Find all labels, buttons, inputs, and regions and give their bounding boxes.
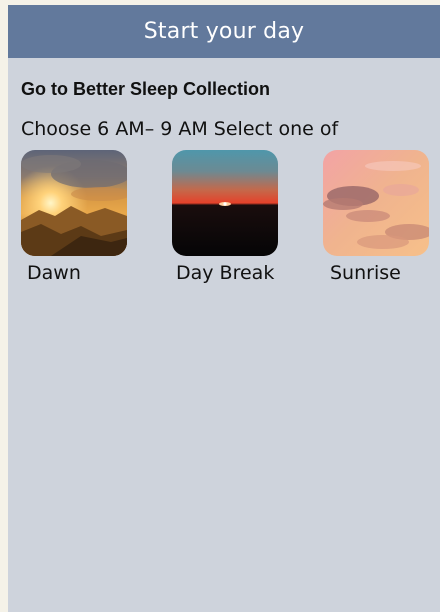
app-screen: Start your day Go to Better Sleep Collec… bbox=[8, 5, 440, 612]
page-title: Start your day bbox=[143, 19, 305, 44]
option-label-sunrise: Sunrise bbox=[330, 262, 401, 284]
dawn-image bbox=[21, 150, 127, 256]
option-label-dawn: Dawn bbox=[27, 262, 81, 284]
option-day-break[interactable]: Day Break bbox=[172, 150, 282, 284]
app-header: Start your day bbox=[8, 5, 440, 58]
day-break-image bbox=[172, 150, 278, 256]
option-sunrise[interactable]: Sunrise bbox=[323, 150, 433, 284]
sound-options: Dawn Day Break Sunrise bbox=[8, 150, 440, 300]
option-label-day-break: Day Break bbox=[176, 262, 275, 284]
collection-subtitle: Choose 6 AM– 9 AM Select one of bbox=[21, 118, 339, 140]
collection-title: Go to Better Sleep Collection bbox=[21, 79, 271, 99]
option-dawn[interactable]: Dawn bbox=[21, 150, 131, 284]
sunrise-image bbox=[323, 150, 429, 256]
